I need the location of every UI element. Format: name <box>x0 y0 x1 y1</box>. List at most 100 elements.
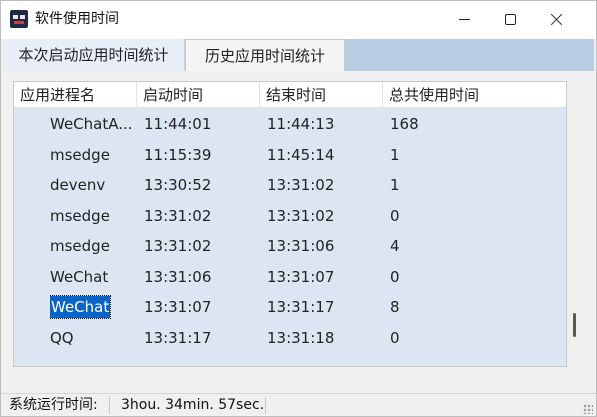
table-row[interactable]: msedge 11:15:39 11:45:14 1 <box>14 140 566 171</box>
app-window: 软件使用时间 本次启动应用时间统计 历史应用时间统计 应用进程名 启动时间 结束… <box>0 0 597 417</box>
close-button[interactable] <box>533 1 579 37</box>
status-bar: 系统运行时间: 3hou. 34min. 57sec. <box>1 393 596 416</box>
cell-process-name-text: WeChat <box>50 295 112 319</box>
cell-start-time: 13:31:02 <box>144 201 254 232</box>
cell-start-time: 13:30:52 <box>144 170 254 201</box>
cell-end-time: 13:31:07 <box>267 262 377 293</box>
cell-end-time-text: 13:31:02 <box>267 206 335 225</box>
cell-end-time-text: 11:45:14 <box>267 145 335 164</box>
cell-start-time-text: 11:44:01 <box>144 115 212 133</box>
cell-end-time-text: 13:31:18 <box>267 328 335 347</box>
window-title: 软件使用时间 <box>35 11 119 27</box>
cell-total-time-text: 8 <box>390 298 400 316</box>
list-header: 应用进程名 启动时间 结束时间 总共使用时间 <box>14 82 566 108</box>
cell-process-name-text: msedge <box>50 145 110 164</box>
cell-process-name: QQ <box>50 323 138 354</box>
cell-end-time-text: 11:44:13 <box>267 115 335 133</box>
cell-process-name-text: QQ <box>50 328 74 347</box>
tab-panel: 应用进程名 启动时间 结束时间 总共使用时间 WeChatA... 11:44:0… <box>3 71 594 383</box>
cell-process-name: devenv <box>50 170 138 201</box>
cell-process-name: msedge <box>50 231 138 262</box>
tab-current-session-stats[interactable]: 本次启动应用时间统计 <box>3 39 185 71</box>
cell-start-time: 13:31:02 <box>144 231 254 262</box>
cell-process-name: msedge <box>50 201 138 232</box>
cell-total-time: 0 <box>390 323 490 354</box>
cell-process-name-text: devenv <box>50 176 106 194</box>
maximize-button[interactable] <box>487 1 533 37</box>
cell-total-time: 1 <box>390 170 490 201</box>
cell-process-name: WeChatA... <box>50 109 138 140</box>
app-robot-icon <box>10 10 28 28</box>
cell-start-time-text: 11:15:39 <box>144 145 212 164</box>
cell-end-time: 13:31:18 <box>267 323 377 354</box>
cell-total-time: 0 <box>390 201 490 232</box>
cell-end-time: 11:44:13 <box>267 109 377 140</box>
cell-process-name-text: WeChatA... <box>50 115 133 133</box>
cell-total-time: 4 <box>390 231 490 262</box>
scrollbar-thumb[interactable] <box>573 313 576 337</box>
vertical-scrollbar[interactable] <box>567 81 581 367</box>
close-icon <box>550 13 563 26</box>
cell-process-name-text: msedge <box>50 237 110 255</box>
table-row[interactable]: msedge 13:31:02 13:31:02 0 <box>14 201 566 232</box>
cell-start-time-text: 13:31:06 <box>144 267 212 286</box>
cell-start-time-text: 13:31:02 <box>144 237 212 255</box>
cell-start-time-text: 13:31:17 <box>144 328 212 347</box>
cell-process-name: msedge <box>50 140 138 171</box>
cell-start-time: 13:31:07 <box>144 292 254 323</box>
cell-total-time-text: 0 <box>390 267 400 286</box>
cell-process-name-text: msedge <box>50 206 110 225</box>
resize-grip-icon[interactable] <box>583 404 593 414</box>
column-header-process[interactable]: 应用进程名 <box>14 82 137 108</box>
tab-history-stats[interactable]: 历史应用时间统计 <box>185 39 345 72</box>
column-header-total-time[interactable]: 总共使用时间 <box>383 82 566 108</box>
uptime-label: 系统运行时间: <box>9 397 98 413</box>
cell-start-time: 13:31:17 <box>144 323 254 354</box>
cell-total-time-text: 1 <box>390 176 400 194</box>
cell-process-name: WeChat <box>50 292 138 323</box>
minimize-button[interactable] <box>441 1 487 37</box>
cell-total-time-text: 168 <box>390 115 419 133</box>
cell-total-time-text: 4 <box>390 237 400 255</box>
cell-end-time-text: 13:31:17 <box>267 298 335 316</box>
cell-start-time-text: 13:30:52 <box>144 176 212 194</box>
cell-end-time: 13:31:17 <box>267 292 377 323</box>
usage-list-view[interactable]: 应用进程名 启动时间 结束时间 总共使用时间 WeChatA... 11:44:0… <box>13 81 567 367</box>
uptime-value: 3hou. 34min. 57sec. <box>121 397 265 413</box>
status-divider <box>265 397 266 414</box>
status-divider <box>109 397 110 414</box>
cell-start-time-text: 13:31:07 <box>144 298 212 316</box>
cell-start-time: 11:15:39 <box>144 140 254 171</box>
cell-total-time: 8 <box>390 292 490 323</box>
title-bar[interactable]: 软件使用时间 <box>1 1 596 39</box>
cell-end-time: 13:31:06 <box>267 231 377 262</box>
table-row[interactable]: WeChat 13:31:07 13:31:17 8 <box>14 292 566 323</box>
cell-start-time: 11:44:01 <box>144 109 254 140</box>
table-row[interactable]: msedge 13:31:02 13:31:06 4 <box>14 231 566 262</box>
cell-end-time-text: 13:31:07 <box>267 267 335 286</box>
cell-end-time: 13:31:02 <box>267 201 377 232</box>
column-header-end-time[interactable]: 结束时间 <box>260 82 383 108</box>
cell-total-time: 0 <box>390 262 490 293</box>
cell-start-time-text: 13:31:02 <box>144 206 212 225</box>
cell-end-time-text: 13:31:06 <box>267 237 335 255</box>
table-row[interactable]: WeChat 13:31:06 13:31:07 0 <box>14 262 566 293</box>
cell-end-time: 11:45:14 <box>267 140 377 171</box>
cell-process-name-text: WeChat <box>50 267 109 286</box>
column-header-start-time[interactable]: 启动时间 <box>137 82 260 108</box>
maximize-icon <box>504 13 516 25</box>
cell-total-time-text: 1 <box>390 145 400 164</box>
cell-total-time-text: 0 <box>390 328 400 347</box>
tab-strip: 本次启动应用时间统计 历史应用时间统计 <box>3 39 594 72</box>
cell-end-time: 13:31:02 <box>267 170 377 201</box>
table-row[interactable]: QQ 13:31:17 13:31:18 0 <box>14 323 566 354</box>
table-row[interactable]: WeChatA... 11:44:01 11:44:13 168 <box>14 109 566 140</box>
cell-start-time: 13:31:06 <box>144 262 254 293</box>
minimize-icon <box>458 18 470 20</box>
cell-total-time: 1 <box>390 140 490 171</box>
table-row[interactable]: devenv 13:30:52 13:31:02 1 <box>14 170 566 201</box>
cell-total-time: 168 <box>390 109 490 140</box>
cell-end-time-text: 13:31:02 <box>267 176 335 194</box>
cell-process-name: WeChat <box>50 262 138 293</box>
cell-total-time-text: 0 <box>390 206 400 225</box>
